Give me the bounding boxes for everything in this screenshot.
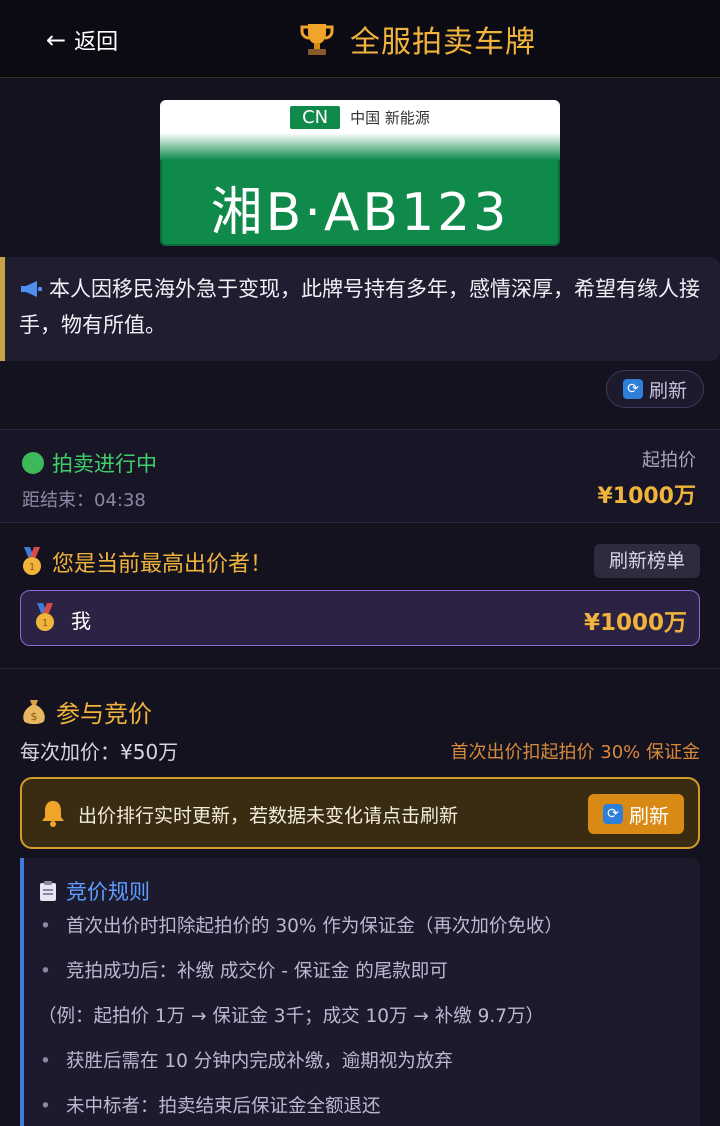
refresh-leaderboard-button[interactable]: 刷新榜单 [594,544,700,578]
refresh-icon: ⟳ [603,804,623,824]
countdown: 距结束：04:38 [22,486,157,512]
green-dot-icon [22,452,44,474]
countdown-label: 距结束： [22,490,94,511]
page-title: 全服拍卖车牌 [300,18,536,60]
svg-text:1: 1 [29,562,35,573]
rule-text: （例：起拍价 1万 → 保证金 3千；成交 10万 → 补缴 9.7万） [38,1006,545,1027]
plate-badge: CN 中国 新能源 [160,106,560,129]
refresh-label: 刷新 [648,379,687,402]
refresh-alert: 出价排行实时更新，若数据未变化请点击刷新 ⟳ 刷新 [20,777,700,849]
license-plate: CN 中国 新能源 湘B·AB123 [160,100,560,246]
plate-region: 中国 新能源 [350,109,430,127]
back-button[interactable]: ← 返回 [46,24,118,56]
status-text: 拍卖进行中 [52,452,157,476]
rule-example: （例：起拍价 1万 → 保证金 3千；成交 10万 → 补缴 9.7万） [38,1002,544,1028]
plate-country: CN [290,106,341,129]
deposit-note: 首次出价扣起拍价 30% 保证金 [450,742,700,763]
start-price: ¥1000万 [597,484,696,509]
back-label: 返回 [74,30,119,55]
start-price-label: 起拍价 [642,450,696,471]
rule-bullet: • [40,961,51,982]
title-text: 全服拍卖车牌 [350,25,536,60]
divider [0,522,720,523]
divider [0,668,720,669]
bidding-title: 参与竞价 [56,700,152,728]
bidder-name: 我 [71,609,91,633]
svg-text:1: 1 [42,618,48,629]
gold-medal-icon: 1 [23,547,41,575]
rule-bullet: • [40,916,51,937]
top-bar: ← 返回 全服拍卖车牌 [0,0,720,78]
live-status: 拍卖进行中 [22,448,157,478]
rule-item: • 首次出价时扣除起拍价的 30% 作为保证金（再次加价免收） [40,912,563,938]
gold-medal-icon: 1 [36,603,54,631]
rule-bullet: • [40,1051,51,1072]
bidding-section-title: $ 参与竞价 [20,694,152,729]
rule-text: 首次出价时扣除起拍价的 30% 作为保证金（再次加价免收） [66,916,563,937]
seller-note-text: 本人因移民海外急于变现，此牌号持有多年，感情深厚，希望有缘人接手，物有所值。 [19,277,700,337]
countdown-value: 04:38 [94,490,146,511]
trophy-icon [300,24,334,55]
svg-text:$: $ [31,710,38,723]
leader-header: 1 您是当前最高出价者！ 刷新榜单 [20,544,700,578]
rule-item: • 未中标者：拍卖结束后保证金全额退还 [40,1092,381,1118]
alert-text: 出价排行实时更新，若数据未变化请点击刷新 [78,805,459,827]
alert-refresh-label: 刷新 [629,803,669,828]
clipboard-icon [40,881,56,901]
plate-number: 湘B·AB123 [210,183,510,243]
bell-icon [42,801,64,827]
bid-increment: 每次加价：¥50万 [20,740,179,764]
rule-text: 竞拍成功后：补缴 成交价 - 保证金 的尾款即可 [66,961,448,982]
alert-refresh-button[interactable]: ⟳ 刷新 [588,794,684,834]
money-bag-icon: $ [23,699,45,724]
megaphone-icon [21,281,42,297]
bid-amount: ¥1000万 [583,610,687,636]
auction-status: 拍卖进行中 距结束：04:38 起拍价 ¥1000万 [0,430,720,522]
rule-text: 未中标者：拍卖结束后保证金全额退还 [66,1096,381,1117]
rules-title-text: 竞价规则 [66,880,150,904]
rules-title: 竞价规则 [38,876,150,906]
leaderboard-row: 1 我 ¥1000万 [20,590,700,646]
leader-message: 1 您是当前最高出价者！ [20,546,272,578]
refresh-button[interactable]: ⟳ 刷新 [606,370,704,408]
seller-note: 本人因移民海外急于变现，此牌号持有多年，感情深厚，希望有缘人接手，物有所值。 [0,257,720,361]
leader-text: 您是当前最高出价者！ [52,552,273,577]
rule-item: • 获胜后需在 10 分钟内完成补缴，逾期视为放弃 [40,1047,453,1073]
rule-item: • 竞拍成功后：补缴 成交价 - 保证金 的尾款即可 [40,957,448,983]
rule-text: 获胜后需在 10 分钟内完成补缴，逾期视为放弃 [66,1051,453,1072]
rule-bullet: • [40,1096,51,1117]
rules-panel: 竞价规则 • 首次出价时扣除起拍价的 30% 作为保证金（再次加价免收） • 竞拍成… [20,858,700,1126]
refresh-icon: ⟳ [622,379,643,399]
back-arrow-icon: ← [46,26,67,54]
